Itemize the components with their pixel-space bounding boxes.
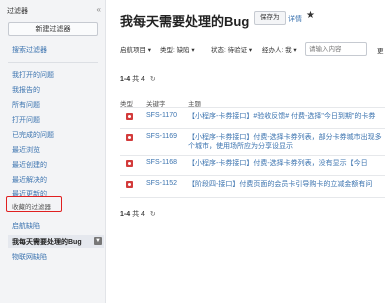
sidebar-item-recently-resolved[interactable]: 最近解决的 — [12, 176, 47, 185]
sidebar-item-iot-bugs[interactable]: 物联网缺陷 — [12, 253, 47, 262]
save-as-button[interactable]: 保存为 — [254, 11, 286, 25]
sidebar-item-reported-by-me[interactable]: 我报告的 — [12, 86, 40, 95]
issue-summary[interactable]: 【小程序-卡券接口】付费-选择卡券列表，部分卡券城市出现多个城市，使用场所应为分… — [188, 133, 385, 151]
count-total: 共 4 — [132, 76, 145, 83]
table-row[interactable]: SFS-1170 【小程序-卡券接口】#验收反馈# 付费-选择"今日到期"的卡券 — [120, 111, 385, 127]
collapse-sidebar-icon[interactable]: « — [97, 5, 101, 14]
issue-summary[interactable]: 【小程序-卡券接口】#验收反馈# 付费-选择"今日到期"的卡券 — [188, 112, 385, 121]
filters-sidebar: 过滤器 « 新建过滤器 搜索过滤器 我打开的问题 我报告的 所有问题 打开问题 … — [0, 0, 106, 303]
issue-key[interactable]: SFS-1170 — [146, 112, 177, 119]
row-divider — [120, 155, 385, 156]
bug-icon — [126, 134, 133, 141]
count-range: 1-4 — [120, 76, 131, 83]
sidebar-divider — [8, 62, 98, 63]
result-count-bottom: 1-4 共 4 ↻ — [120, 209, 156, 219]
issue-navigator: 我每天需要处理的Bug 保存为 详情 ★ 启航项目 ▾ 类型: 缺陷 ▾ 状态:… — [106, 0, 385, 303]
search-input[interactable] — [305, 42, 367, 56]
sidebar-title: 过滤器 — [7, 8, 28, 15]
count-range: 1-4 — [120, 211, 131, 218]
issue-key[interactable]: SFS-1168 — [146, 159, 177, 166]
sidebar-item-recently-created[interactable]: 最近创建的 — [12, 161, 47, 170]
sidebar-item-recently-viewed[interactable]: 最近浏览 — [12, 146, 40, 155]
chevron-down-icon[interactable]: ▼ — [94, 237, 102, 245]
star-icon[interactable]: ★ — [306, 10, 315, 21]
row-divider — [120, 175, 385, 176]
count-total: 共 4 — [132, 211, 145, 218]
result-count: 1-4 共 4 ↻ — [120, 74, 156, 84]
new-filter-button[interactable]: 新建过滤器 — [8, 22, 98, 36]
sidebar-item-my-open[interactable]: 我打开的问题 — [12, 71, 54, 80]
refresh-icon[interactable]: ↻ — [150, 76, 156, 83]
bug-icon — [126, 113, 133, 120]
sidebar-item-done-issues[interactable]: 已完成的问题 — [12, 131, 54, 140]
sidebar-item-daily-bugs[interactable]: 我每天需要处理的Bug ▼ — [8, 235, 104, 248]
sidebar-item-qihang-bugs[interactable]: 启航缺陷 — [12, 222, 40, 231]
sidebar-header: 过滤器 « — [7, 5, 101, 16]
project-filter[interactable]: 启航项目 ▾ — [120, 44, 151, 54]
header-divider — [120, 107, 385, 108]
table-row[interactable]: SFS-1169 【小程序-卡券接口】付费-选择卡券列表，部分卡券城市出现多个城… — [120, 131, 385, 153]
bug-icon — [126, 160, 133, 167]
favorites-section-title: 收藏的过滤器 — [12, 204, 51, 211]
sidebar-item-label: 我每天需要处理的Bug — [12, 239, 82, 246]
type-filter[interactable]: 类型: 缺陷 ▾ — [160, 44, 195, 54]
table-row[interactable]: SFS-1168 【小程序-卡券接口】付费-选择卡券列表，没有显示【今日 — [120, 158, 385, 174]
status-filter[interactable]: 状态: 待验证 ▾ — [211, 44, 252, 54]
sidebar-item-open-issues[interactable]: 打开问题 — [12, 116, 40, 125]
page-title: 我每天需要处理的Bug — [120, 14, 250, 29]
bug-icon — [126, 181, 133, 188]
details-link[interactable]: 详情 — [288, 14, 302, 24]
refresh-icon[interactable]: ↻ — [150, 211, 156, 218]
issue-key[interactable]: SFS-1152 — [146, 180, 177, 187]
row-divider — [120, 128, 385, 129]
assignee-filter[interactable]: 经办人: 我 ▾ — [262, 44, 297, 54]
table-row[interactable]: SFS-1152 【阶段四-接口】付费页面的会员卡引导购卡的立减金额有问 — [120, 179, 385, 195]
issue-key[interactable]: SFS-1169 — [146, 133, 177, 140]
row-divider — [120, 197, 385, 198]
sidebar-item-all-issues[interactable]: 所有问题 — [12, 101, 40, 110]
issue-summary[interactable]: 【阶段四-接口】付费页面的会员卡引导购卡的立减金额有问 — [188, 180, 385, 189]
more-filters-button[interactable]: 更 — [377, 45, 384, 55]
search-filters-link[interactable]: 搜索过滤器 — [12, 46, 47, 55]
issue-summary[interactable]: 【小程序-卡券接口】付费-选择卡券列表，没有显示【今日 — [188, 159, 385, 168]
